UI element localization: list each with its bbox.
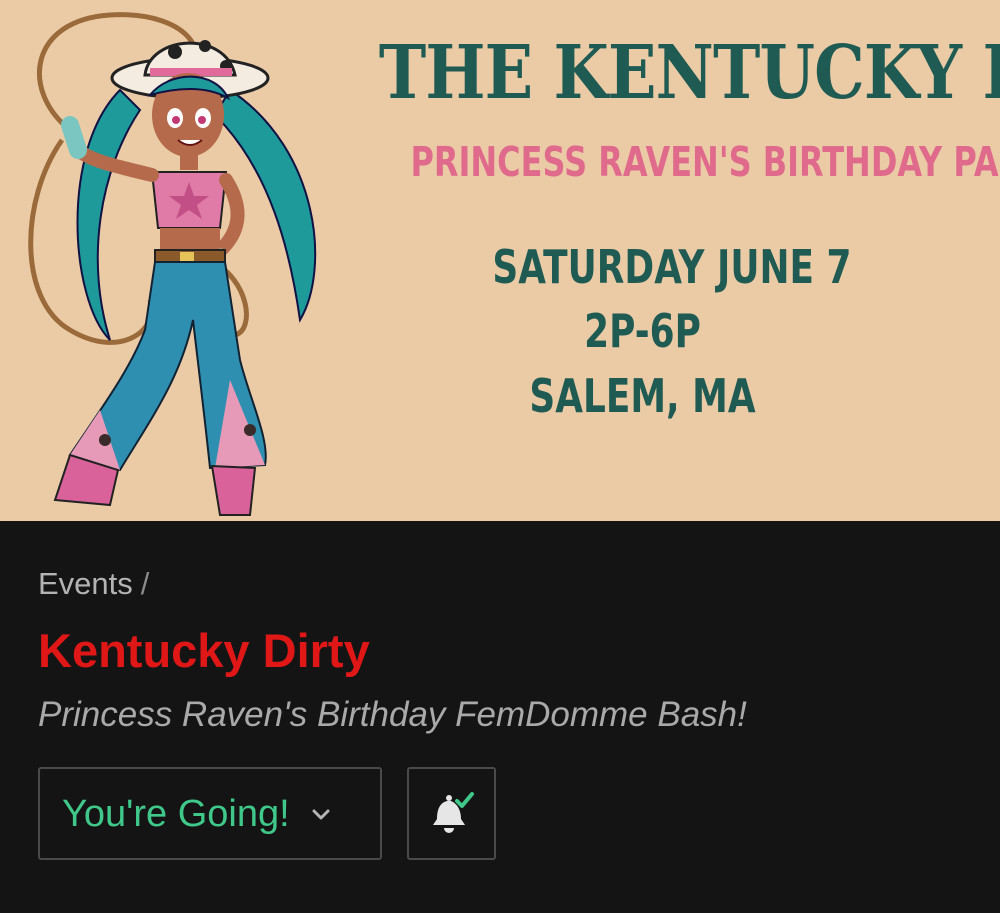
rsvp-status-label: You're Going! <box>62 792 290 835</box>
chevron-down-icon <box>312 809 330 819</box>
cowgirl-illustration <box>28 12 317 516</box>
banner-subtitle: PRINCESS RAVEN'S BIRTHDAY PARTY <box>410 138 1000 186</box>
event-banner: THE KENTUCKY DIRTY PRINCESS RAVEN'S BIRT… <box>0 0 1000 521</box>
event-page: THE KENTUCKY DIRTY PRINCESS RAVEN'S BIRT… <box>0 0 1000 913</box>
banner-title: THE KENTUCKY DIRTY <box>378 30 1000 116</box>
banner-date: SATURDAY JUNE 7 <box>492 240 852 294</box>
banner-location: SALEM, MA <box>529 369 756 423</box>
notification-toggle-button[interactable] <box>407 767 496 860</box>
bell-check-icon <box>432 791 474 833</box>
breadcrumb-separator: / <box>140 566 150 601</box>
event-title: Kentucky Dirty <box>38 624 370 677</box>
breadcrumb-events-link[interactable]: Events <box>38 566 133 601</box>
breadcrumb: Events / <box>38 564 149 604</box>
event-subtitle: Princess Raven's Birthday FemDomme Bash! <box>38 695 747 734</box>
banner-time: 2P-6P <box>584 304 701 358</box>
rsvp-dropdown-button[interactable]: You're Going! <box>38 767 382 860</box>
